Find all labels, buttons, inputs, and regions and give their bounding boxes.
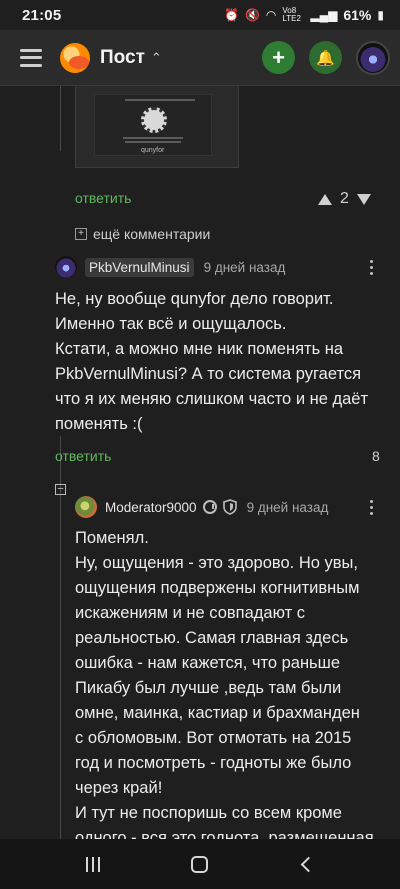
more-options-icon[interactable] [370,500,373,515]
upvote-icon[interactable] [318,193,332,205]
page-title[interactable]: Пост [100,47,145,69]
avatar[interactable] [55,256,77,278]
thread-line [60,436,61,839]
home-icon[interactable] [190,855,208,873]
status-time: 21:05 [22,6,62,24]
rating-value: 2 [340,190,349,207]
thread-line [60,86,61,151]
comment-time: 9 дней назад [246,499,329,515]
comment-line: поменять :( [55,415,143,433]
avatar[interactable] [75,496,97,518]
comment-line: что я их меняю слишком часто и не даёт [55,390,369,408]
rating-value[interactable]: 8 [372,448,380,464]
battery-level: 61% [343,7,372,23]
comment-time: 9 дней назад [203,259,286,275]
reply-button[interactable]: ответить [55,448,111,464]
signal-icon: ▂▄▆ [310,8,338,22]
battery-icon: ▮ [377,8,384,22]
wifi-icon: ◠ [265,8,277,22]
comment-line: с обломовым. Вот отмотать на 2015 [75,729,352,747]
reply-button[interactable]: ответить [75,190,131,206]
vote-box: 2 [318,190,371,208]
more-options-icon[interactable] [370,260,373,275]
comment-header: PkbVernulMinusi 9 дней назад [55,256,285,278]
expand-icon: + [75,228,87,240]
profile-avatar[interactable] [356,40,390,75]
comment-header: Moderator9000 9 дней назад [75,496,328,518]
comment-line: И тут не поспоришь со всем кроме [75,804,342,822]
comment-line: год и посмотреть - годноты же было [75,754,352,772]
app-bar: Пост ⌃ + 🔔 [0,30,400,86]
status-bar: 21:05 ⏰ 🔇 ◠ Vo8 LTE2 ▂▄▆ 61% ▮ [0,0,400,30]
comment-body: Не, ну вообще qunyfor дело говорит. Имен… [55,287,368,437]
comment-line: реальностью. Самая главная здесь [75,629,349,647]
notifications-button[interactable]: 🔔 [309,41,342,74]
comment-body: Поменял. Ну, ощущения - это здорово. Но … [75,526,374,839]
comment-line: через край! [75,779,163,797]
more-comments-link[interactable]: + ещё комментарии [75,226,210,242]
comment-line: ощущения подвержены когнитивным [75,579,360,597]
comments-feed[interactable]: qunyfor ответить 2 + ещё комментарии Pkb… [0,86,400,839]
shield-icon [222,499,237,515]
comment-line: Не, ну вообще qunyfor дело говорит. [55,290,334,308]
author-name[interactable]: PkbVernulMinusi [85,257,194,277]
comment-line: PkbVernulMinusi? А то система ругается [55,365,362,383]
bell-icon: 🔔 [316,49,335,67]
comment-image[interactable]: qunyfor [75,86,239,168]
image-caption: qunyfor [141,147,165,154]
network-label: Vo8 LTE2 [282,6,301,23]
menu-icon[interactable] [20,48,42,67]
comment-line: омне, маинка, кастиар и брахманден [75,704,360,722]
more-comments-label: ещё комментарии [93,226,211,242]
plus-icon: + [272,44,285,70]
comment-line: Поменял. [75,529,149,547]
comment-line: Пикабу был лучше ,ведь там были [75,679,342,697]
app-actions: + 🔔 [262,40,390,75]
badge-icon [202,500,217,514]
mute-icon: 🔇 [244,8,260,22]
comment-line: Ну, ощущения - это здорово. Но увы, [75,554,358,572]
collapse-icon[interactable]: – [55,484,66,495]
comment-line: Кстати, а можно мне ник поменять на [55,340,344,358]
image-content: qunyfor [94,94,212,156]
comment-line: одного - вся это годнота, размещенная [75,829,374,839]
emblem-icon [141,107,167,133]
author-name[interactable]: Moderator9000 [105,500,197,515]
comment-line: искажениям и не совпадают с [75,604,306,622]
status-icons: ⏰ 🔇 ◠ Vo8 LTE2 ▂▄▆ 61% ▮ [224,6,384,24]
downvote-icon[interactable] [356,193,371,205]
back-icon[interactable] [301,856,317,872]
comment-line: Именно так всё и ощущалось. [55,315,287,333]
pikabu-logo[interactable] [60,42,90,73]
alarm-icon: ⏰ [224,8,239,22]
comment-line: ошибка - нам кажется, что раньше [75,654,341,672]
add-post-button[interactable]: + [262,41,295,74]
recent-apps-icon[interactable] [85,856,100,872]
system-nav-bar [0,839,400,889]
chevron-up-icon[interactable]: ⌃ [151,50,162,66]
